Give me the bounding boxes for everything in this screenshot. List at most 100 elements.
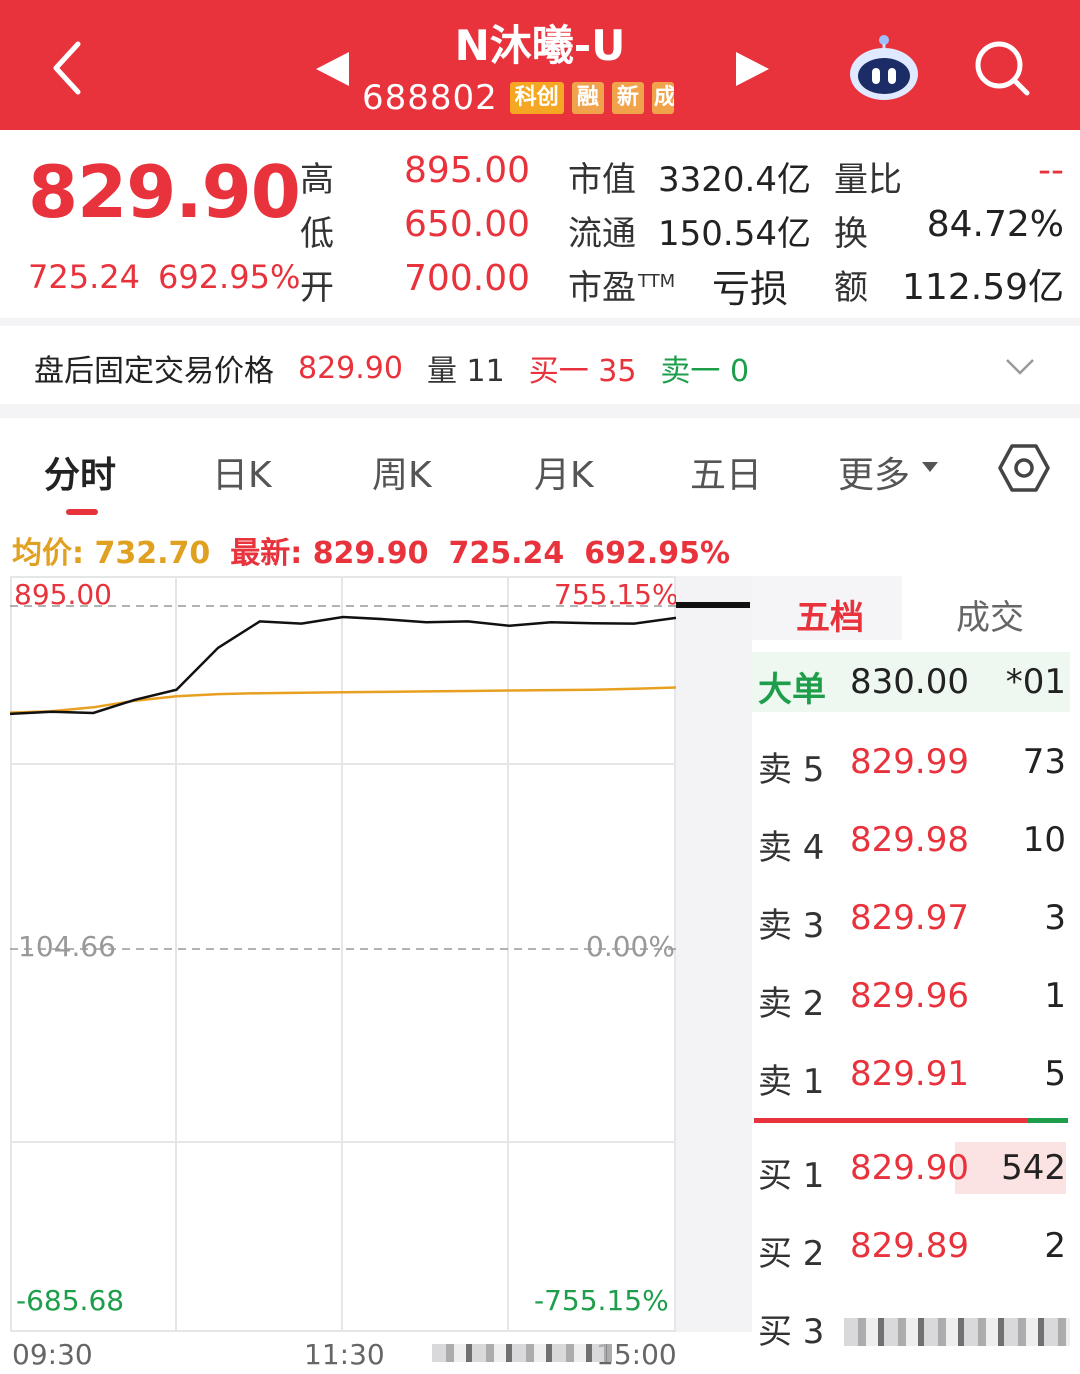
ask-label: 卖 4 xyxy=(758,828,825,868)
bid-label: 买 3 xyxy=(758,1312,825,1352)
after-hours-sell1: 卖一 0 xyxy=(660,354,750,389)
high-label: 高 xyxy=(300,160,334,200)
price-marker-strip xyxy=(676,576,752,1332)
obscured-content xyxy=(844,1318,1070,1346)
tab-more[interactable]: 更多 xyxy=(838,446,910,498)
ask-label: 卖 5 xyxy=(758,750,825,790)
volume-ratio-value: -- xyxy=(1038,150,1064,191)
after-hours-volume: 量 11 xyxy=(426,354,505,389)
x-label-midday: 11:30 xyxy=(304,1338,385,1371)
big-order-price: 830.00 xyxy=(850,662,969,702)
turnover-label: 换 xyxy=(834,214,868,254)
latest-price-text: 最新: 829.90 xyxy=(230,536,428,571)
after-hours-label: 盘后固定交易价格 xyxy=(34,354,274,389)
y-top-pct-label: 755.15% xyxy=(554,578,679,611)
prev-stock-arrow-icon[interactable] xyxy=(316,52,349,86)
ask-price: 829.98 xyxy=(850,820,969,860)
ask-price: 829.91 xyxy=(850,1054,969,1094)
ask-row: 卖 2 829.96 1 xyxy=(752,966,1070,1026)
top-bar: N沐曦-U 688802 科创 融 新 成 xyxy=(0,0,1080,130)
pe-value: 亏损 xyxy=(712,267,789,311)
ask-row: 卖 4 829.98 10 xyxy=(752,810,1070,870)
float-cap-label: 流通 xyxy=(568,214,636,254)
settings-hex-icon[interactable] xyxy=(998,442,1050,494)
tab-intraday[interactable]: 分时 xyxy=(44,446,116,498)
avg-price-text: 均价: 732.70 xyxy=(12,536,210,571)
tab-weekly-k[interactable]: 周K xyxy=(372,446,432,498)
ask-label: 卖 1 xyxy=(758,1062,825,1102)
pe-label-text: 市盈 xyxy=(568,268,636,308)
latest-change: 725.24 xyxy=(448,536,565,571)
price-change-pct: 692.95% xyxy=(157,258,301,296)
bid-ask-separator xyxy=(754,1118,1068,1123)
stock-code: 688802 xyxy=(362,78,498,118)
x-label-open: 09:30 xyxy=(12,1338,93,1371)
y-mid-pct-label: 0.00% xyxy=(586,930,675,963)
price-change: 725.24 xyxy=(28,258,140,296)
divider xyxy=(0,318,1080,326)
obscured-content xyxy=(432,1344,612,1362)
bid-price: 829.89 xyxy=(850,1226,969,1266)
divider xyxy=(0,404,1080,418)
ask-label: 卖 2 xyxy=(758,984,825,1024)
ask-label: 卖 3 xyxy=(758,906,825,946)
after-hours-price: 829.90 xyxy=(298,350,403,386)
next-stock-arrow-icon[interactable] xyxy=(736,52,769,86)
big-order-row: 大单 830.00 *01 xyxy=(752,652,1070,712)
pe-ttm-sup: TTM xyxy=(638,270,676,292)
open-value: 700.00 xyxy=(404,258,530,299)
pe-label: 市盈 TTM xyxy=(568,260,675,309)
ask-row: 卖 1 829.91 5 xyxy=(752,1044,1070,1104)
bid-row: 买 1 829.90 542 xyxy=(752,1138,1070,1198)
intraday-summary: 均价: 732.70 最新: 829.90 725.24 692.95% xyxy=(12,528,750,572)
ask-price: 829.99 xyxy=(850,742,969,782)
bid-label: 买 1 xyxy=(758,1156,825,1196)
high-value: 895.00 xyxy=(404,150,530,191)
ask-volume: 10 xyxy=(1022,820,1066,860)
order-book-panel: 五档 成交 大单 830.00 *01 卖 5 829.99 73 卖 4 82… xyxy=(752,576,1080,1374)
bid-ask-separator-green xyxy=(1028,1118,1068,1123)
ask-volume: 73 xyxy=(1022,742,1066,782)
bid-row: 买 2 829.89 2 xyxy=(752,1216,1070,1276)
float-cap-value: 150.54亿 xyxy=(658,214,811,254)
market-cap-value: 3320.4亿 xyxy=(658,160,811,200)
y-bottom-label: -685.68 xyxy=(16,1284,125,1317)
back-arrow-icon[interactable] xyxy=(44,36,94,100)
robot-assistant-icon[interactable] xyxy=(846,32,922,102)
search-icon[interactable] xyxy=(972,38,1032,98)
tab-five-levels[interactable]: 五档 xyxy=(796,590,864,639)
ask-price: 829.96 xyxy=(850,976,969,1016)
avg-label: 均价: xyxy=(12,536,84,571)
bid-price: 829.90 xyxy=(850,1148,969,1188)
ask-price: 829.97 xyxy=(850,898,969,938)
chevron-down-icon[interactable] xyxy=(1004,356,1036,378)
ask-row: 卖 5 829.99 73 xyxy=(752,732,1070,792)
amount-value: 112.59亿 xyxy=(902,267,1064,308)
tag-new: 新 xyxy=(611,82,644,114)
ask-volume: 3 xyxy=(1044,898,1066,938)
latest-value: 829.90 xyxy=(312,536,429,571)
current-price: 829.90 xyxy=(28,150,301,234)
tab-daily-k[interactable]: 日K xyxy=(212,446,272,498)
current-price-marker xyxy=(676,602,750,608)
tab-trades[interactable]: 成交 xyxy=(956,590,1024,639)
open-label: 开 xyxy=(300,268,334,308)
ask-volume: 1 xyxy=(1044,976,1066,1016)
after-hours-row[interactable]: 盘后固定交易价格 829.90 量 11 买一 35 卖一 0 xyxy=(34,348,750,390)
low-label: 低 xyxy=(300,214,334,254)
turnover-value: 84.72% xyxy=(926,204,1064,245)
bid-volume: 2 xyxy=(1044,1226,1066,1266)
stock-code-row: 688802 科创 融 新 成 xyxy=(362,78,682,118)
ask-volume: 5 xyxy=(1044,1054,1066,1094)
tab-five-day[interactable]: 五日 xyxy=(690,446,762,498)
volume-ratio-label: 量比 xyxy=(834,160,902,200)
y-bottom-pct-label: -755.15% xyxy=(534,1284,669,1317)
big-order-label: 大单 xyxy=(758,670,826,710)
y-top-label: 895.00 xyxy=(14,578,112,611)
big-order-volume: *01 xyxy=(1005,662,1066,702)
caret-down-icon xyxy=(922,462,938,472)
tag-star-market: 科创 xyxy=(509,82,564,114)
y-mid-label: 104.66 xyxy=(18,930,116,963)
tab-monthly-k[interactable]: 月K xyxy=(534,446,594,498)
stock-title: N沐曦-U xyxy=(454,21,626,70)
